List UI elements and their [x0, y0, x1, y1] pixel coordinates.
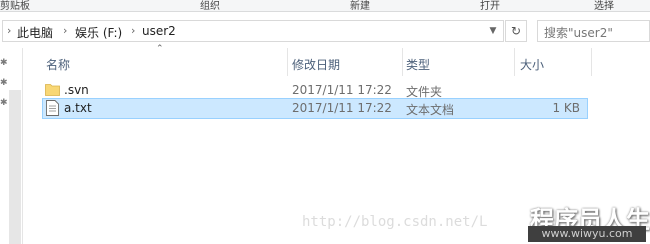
file-type: 文本文档 [406, 103, 455, 117]
column-header-name[interactable]: 名称 [46, 56, 70, 73]
column-divider[interactable] [591, 48, 592, 76]
column-header-type[interactable]: 类型 [406, 56, 430, 73]
watermark-text: http://blog.csdn.net/L [302, 214, 488, 230]
file-size: 1 KB [552, 101, 580, 115]
text-file-icon [46, 100, 59, 116]
address-history-dropdown-icon[interactable]: ▼ [484, 20, 502, 42]
file-date: 2017/1/11 17:22 [292, 83, 392, 97]
column-header-size[interactable]: 大小 [520, 56, 544, 73]
breadcrumb-chevron-icon[interactable]: › [131, 24, 135, 37]
breadcrumb-chevron-icon[interactable]: › [7, 24, 11, 37]
ribbon-group-select[interactable]: 选择 [594, 0, 614, 12]
file-name: .svn [64, 83, 89, 97]
folder-icon [45, 84, 60, 96]
ribbon-group-new[interactable]: 新建 [350, 0, 370, 12]
pin-icon[interactable]: ✱ [0, 98, 8, 108]
nav-scrollbar[interactable] [9, 90, 21, 244]
file-date: 2017/1/11 17:22 [292, 101, 392, 115]
file-row-selected[interactable]: a.txt 2017/1/11 17:22 文本文档 1 KB [42, 98, 588, 119]
ribbon-group-clipboard[interactable]: 剪贴板 [0, 0, 30, 12]
refresh-icon[interactable]: ↻ [505, 20, 527, 42]
search-placeholder: 搜索"user2" [544, 26, 613, 40]
address-bar[interactable]: › 此电脑 › 娱乐 (F:) › user2 [2, 20, 504, 42]
breadcrumb-user2[interactable]: user2 [142, 24, 176, 38]
sort-ascending-icon: ⌃ [156, 44, 164, 54]
column-divider[interactable] [287, 48, 288, 76]
breadcrumb-this-pc[interactable]: 此电脑 [17, 24, 53, 41]
column-divider[interactable] [402, 48, 403, 76]
column-header-date[interactable]: 修改日期 [292, 56, 340, 73]
column-divider[interactable] [514, 48, 515, 76]
ribbon: 剪贴板 组织 新建 打开 选择 [0, 0, 650, 12]
pane-divider[interactable] [22, 48, 23, 244]
search-input[interactable]: 搜索"user2" [537, 20, 650, 42]
breadcrumb-drive-f[interactable]: 娱乐 (F:) [75, 24, 122, 41]
file-name: a.txt [64, 101, 92, 115]
ribbon-group-organize[interactable]: 组织 [200, 0, 220, 12]
ribbon-group-open[interactable]: 打开 [480, 0, 500, 12]
brand-url: www.wiwyu.com [528, 226, 646, 242]
pin-icon[interactable]: ✱ [0, 78, 8, 88]
pin-icon[interactable]: ✱ [0, 58, 8, 68]
breadcrumb-chevron-icon[interactable]: › [63, 24, 67, 37]
